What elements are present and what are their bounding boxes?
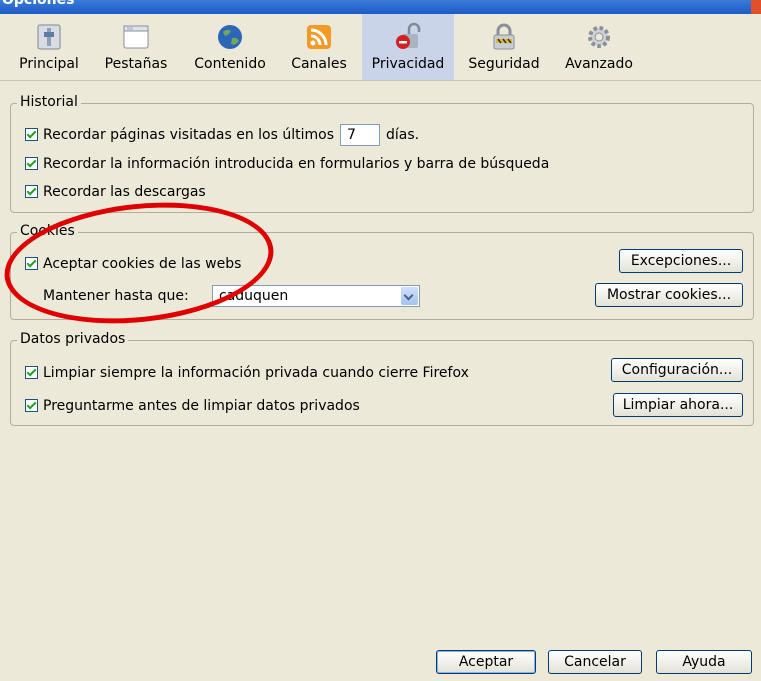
keep-until-label: Mantener hasta que: (43, 288, 189, 304)
tab-label: Avanzado (565, 56, 633, 72)
tab-pestanas[interactable]: Pestañas (96, 14, 176, 80)
tab-label: Contenido (194, 56, 266, 72)
days-unit-label: días. (386, 127, 420, 143)
remember-forms-label: Recordar la información introducida en f… (43, 156, 550, 172)
switch-icon (37, 24, 61, 50)
gear-icon (588, 26, 610, 48)
window-title: Opciones (2, 0, 75, 8)
accept-cookies-row: Aceptar cookies de las webs (25, 254, 241, 274)
ask-before-checkbox[interactable] (25, 398, 38, 412)
accept-cookies-label: Aceptar cookies de las webs (43, 256, 242, 272)
remember-forms-row: Recordar la información introducida en f… (25, 154, 549, 174)
cookies-group: Cookies Aceptar cookies de las webs Mant… (10, 223, 754, 320)
window-tabs-icon (123, 25, 149, 49)
always-clear-row: Limpiar siempre la información privada c… (25, 363, 469, 383)
remember-downloads-label: Recordar las descargas (43, 184, 206, 200)
window-titlebar: Opciones (0, 0, 761, 14)
remember-pages-label: Recordar páginas visitadas en los último… (43, 127, 335, 143)
historial-group: Historial Recordar páginas visitadas en … (10, 94, 754, 213)
show-cookies-button[interactable]: Mostrar cookies... (595, 283, 743, 307)
private-data-legend: Datos privados (17, 331, 129, 347)
tab-label: Principal (19, 56, 79, 72)
exceptions-button[interactable]: Excepciones... (619, 249, 743, 273)
accept-cookies-checkbox[interactable] (25, 256, 38, 270)
close-window-button[interactable] (751, 0, 761, 14)
tab-label: Seguridad (468, 56, 540, 72)
private-data-group: Datos privados Limpiar siempre la inform… (10, 331, 754, 426)
remember-forms-checkbox[interactable] (25, 156, 38, 170)
tab-privacidad[interactable]: Privacidad (362, 14, 454, 80)
always-clear-label: Limpiar siempre la información privada c… (43, 365, 469, 381)
keep-until-value: caduquen (219, 288, 289, 304)
rss-feed-icon (307, 25, 331, 49)
remember-pages-checkbox[interactable] (25, 127, 38, 141)
always-clear-checkbox[interactable] (25, 365, 38, 379)
privacy-mask-icon (396, 22, 421, 49)
tab-label: Canales (291, 56, 347, 72)
keep-until-select[interactable]: caduquen (212, 285, 420, 307)
remember-downloads-checkbox[interactable] (25, 184, 38, 198)
settings-button[interactable]: Configuración... (611, 358, 743, 382)
history-days-input[interactable]: 7 (340, 124, 381, 146)
clear-now-button[interactable]: Limpiar ahora... (613, 393, 743, 417)
tab-label: Privacidad (371, 56, 445, 72)
remember-pages-row: Recordar páginas visitadas en los último… (25, 124, 420, 146)
padlock-icon (493, 23, 515, 50)
tab-canales[interactable]: Canales (282, 14, 356, 80)
help-button[interactable]: Ayuda (656, 650, 752, 674)
globe-icon (218, 25, 242, 49)
tab-label: Pestañas (104, 56, 168, 72)
tab-contenido[interactable]: Contenido (184, 14, 276, 80)
historial-legend: Historial (17, 94, 81, 110)
preferences-toolbar: Principal Pestañas Contenido Canales Pri… (0, 14, 761, 81)
chevron-down-icon[interactable] (401, 287, 418, 305)
cancel-button[interactable]: Cancelar (548, 650, 642, 674)
remember-downloads-row: Recordar las descargas (25, 182, 206, 202)
tab-seguridad[interactable]: Seguridad (460, 14, 548, 80)
accept-button[interactable]: Aceptar (436, 650, 536, 674)
tab-principal[interactable]: Principal (10, 14, 88, 80)
ask-before-row: Preguntarme antes de limpiar datos priva… (25, 396, 360, 416)
tab-avanzado[interactable]: Avanzado (556, 14, 642, 80)
ask-before-label: Preguntarme antes de limpiar datos priva… (43, 398, 360, 414)
cookies-legend: Cookies (17, 223, 78, 239)
